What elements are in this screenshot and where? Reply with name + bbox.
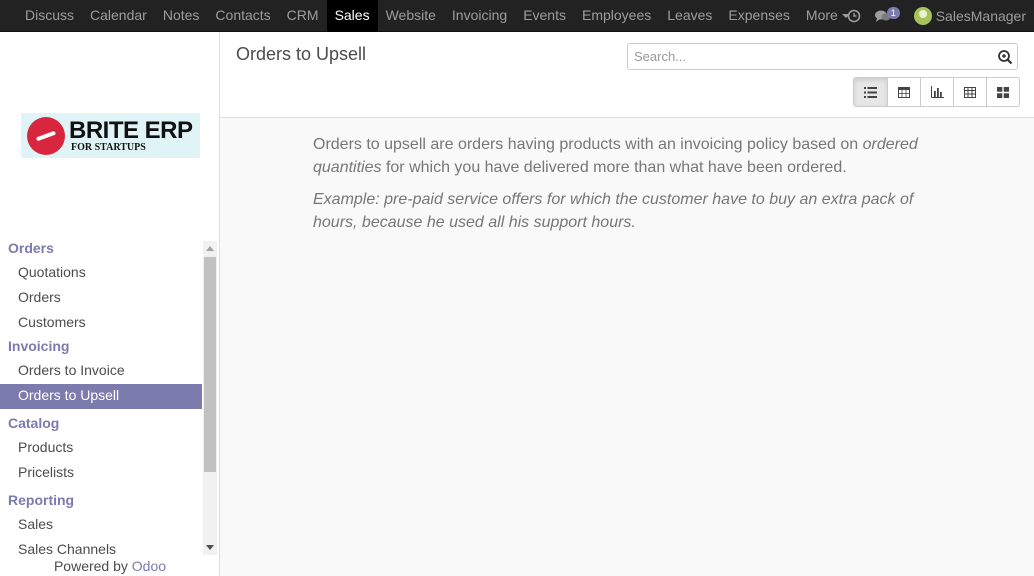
menu-employees[interactable]: Employees xyxy=(574,0,659,32)
logo-title: BRITE ERP xyxy=(69,116,193,144)
pivot-view-icon xyxy=(964,86,976,98)
helper-example: Example: pre-paid service offers for whi… xyxy=(313,191,914,231)
sidebar-item-sales[interactable]: Sales xyxy=(0,513,202,538)
menu-notes[interactable]: Notes xyxy=(155,0,208,32)
sidebar: BRITE ERP FOR STARTUPS Orders Quotations… xyxy=(0,32,220,576)
sidebar-section-reporting[interactable]: Reporting xyxy=(0,490,202,513)
sidebar-scrollbar[interactable] xyxy=(203,241,217,555)
activity-button[interactable] xyxy=(847,9,861,23)
top-navbar: Discuss Calendar Notes Contacts CRM Sale… xyxy=(0,0,1034,32)
list-view-icon xyxy=(864,86,877,98)
sidebar-item-customers[interactable]: Customers xyxy=(0,311,202,336)
sidebar-section-orders[interactable]: Orders xyxy=(0,238,202,261)
user-name: SalesManager xyxy=(935,8,1026,24)
page-title: Orders to Upsell xyxy=(236,44,367,64)
pivot-view-button[interactable] xyxy=(953,78,986,106)
kanban-view-icon xyxy=(997,86,1009,98)
systray: 1 SalesManager xyxy=(833,0,1026,32)
sidebar-item-products[interactable]: Products xyxy=(0,436,202,461)
search-box xyxy=(627,43,1018,70)
app-menu: Discuss Calendar Notes Contacts CRM Sale… xyxy=(17,0,858,32)
calendar-view-icon xyxy=(898,87,910,98)
sidebar-item-orders-to-invoice[interactable]: Orders to Invoice xyxy=(0,359,202,384)
empty-state-helper: Orders to upsell are orders having produ… xyxy=(313,133,923,243)
menu-leaves[interactable]: Leaves xyxy=(659,0,720,32)
sidebar-section-catalog[interactable]: Catalog xyxy=(0,413,202,436)
menu-calendar[interactable]: Calendar xyxy=(82,0,155,32)
logo-emblem xyxy=(27,116,65,155)
scroll-up-arrow-icon[interactable] xyxy=(206,246,214,251)
helper-description: Orders to upsell are orders having produ… xyxy=(313,136,918,176)
sidebar-menu: Orders Quotations Orders Customers Invoi… xyxy=(0,238,202,556)
view-switcher xyxy=(853,77,1020,107)
scrollbar-thumb[interactable] xyxy=(204,257,216,472)
sidebar-item-sales-channels[interactable]: Sales Channels xyxy=(0,538,202,556)
sidebar-item-orders-to-upsell[interactable]: Orders to Upsell xyxy=(0,384,202,409)
menu-contacts[interactable]: Contacts xyxy=(207,0,278,32)
sidebar-item-quotations[interactable]: Quotations xyxy=(0,261,202,286)
graph-view-icon xyxy=(930,86,944,98)
control-panel: Orders to Upsell xyxy=(220,32,1034,118)
menu-sales[interactable]: Sales xyxy=(326,0,378,32)
sidebar-item-orders[interactable]: Orders xyxy=(0,286,202,311)
search-input[interactable] xyxy=(628,44,988,69)
clock-icon xyxy=(847,9,861,23)
search-icon[interactable] xyxy=(997,49,1013,65)
powered-by-label: Powered by xyxy=(53,558,128,574)
menu-invoicing[interactable]: Invoicing xyxy=(444,0,515,32)
odoo-link[interactable]: Odoo xyxy=(132,558,166,574)
calendar-view-button[interactable] xyxy=(887,78,920,106)
menu-website[interactable]: Website xyxy=(378,0,444,32)
menu-expenses[interactable]: Expenses xyxy=(720,0,797,32)
menu-crm[interactable]: CRM xyxy=(279,0,327,32)
menu-discuss[interactable]: Discuss xyxy=(17,0,82,32)
messaging-button[interactable]: 1 xyxy=(874,7,900,23)
logo-subtitle: FOR STARTUPS xyxy=(71,141,146,153)
kanban-view-button[interactable] xyxy=(986,78,1019,106)
graph-view-button[interactable] xyxy=(920,78,953,106)
sidebar-section-invoicing[interactable]: Invoicing xyxy=(0,336,202,359)
list-view-button[interactable] xyxy=(854,78,887,106)
scroll-down-arrow-icon[interactable] xyxy=(206,545,214,550)
sidebar-item-pricelists[interactable]: Pricelists xyxy=(0,461,202,486)
user-avatar xyxy=(913,7,932,25)
message-count-badge: 1 xyxy=(886,7,900,19)
user-menu[interactable]: SalesManager xyxy=(913,7,1026,25)
menu-events[interactable]: Events xyxy=(515,0,574,32)
company-logo[interactable]: BRITE ERP FOR STARTUPS xyxy=(21,113,200,158)
powered-by: Powered by Odoo xyxy=(0,558,220,574)
